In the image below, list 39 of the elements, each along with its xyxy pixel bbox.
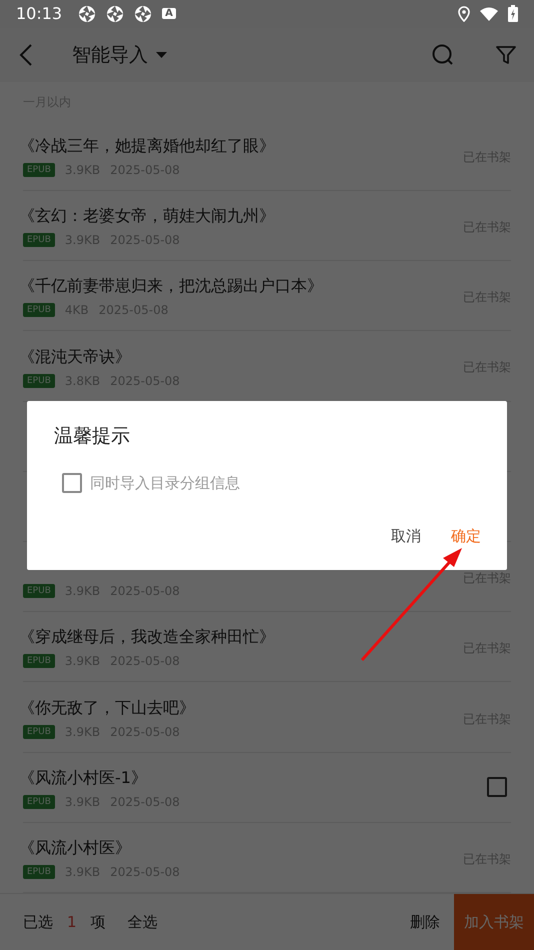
selected-unit: 项 [90,912,106,932]
format-tag: EPUB [23,303,55,318]
book-title[interactable]: 《你无敌了，下山去吧》 [19,698,463,719]
format-tag: EPUB [23,584,55,598]
select-all-button[interactable]: 全选 [124,906,162,938]
cancel-button[interactable]: 取消 [391,527,421,546]
status-time: 10:13 [16,4,62,24]
format-tag: EPUB [23,865,55,880]
location-icon [458,6,470,22]
format-tag: EPUB [23,724,55,739]
dropdown-icon[interactable] [156,52,167,58]
page-title[interactable]: 智能导入 [72,42,148,68]
battery-icon [508,5,518,22]
book-title[interactable]: 《混沌天帝诀》 [19,346,463,368]
delete-button[interactable]: 删除 [406,906,444,938]
selected-label: 已选 [23,912,53,932]
format-tag: EPUB [23,374,55,388]
option-label[interactable]: 同时导入目录分组信息 [90,474,240,492]
confirm-button[interactable]: 确定 [451,527,481,546]
keyboard-badge: A [162,8,176,20]
book-title[interactable]: 《风流小村医》 [19,838,463,860]
format-tag: EPUB [23,654,55,668]
aperture-icon [134,4,152,23]
format-tag: EPUB [23,233,55,248]
format-tag: EPUB [23,162,55,177]
book-title[interactable]: 《千亿前妻带崽归来，把沈总踢出户口本》 [19,276,463,298]
book-title[interactable]: 《风流小村医-1》 [19,768,487,789]
book-title[interactable]: 《冷战三年，她提离婚他却红了眼》 [19,136,463,157]
book-title[interactable]: 《穿成继母后，我改造全家种田忙》 [19,627,463,648]
add-to-shelf-button[interactable]: 加入书架 [454,894,534,950]
wifi-icon [480,6,498,21]
aperture-icon [106,4,124,23]
book-title[interactable]: 《玄幻：老婆女帝，萌娃大闹九州》 [19,206,463,228]
dialog-title: 温馨提示 [54,424,131,449]
format-tag: EPUB [23,794,55,809]
aperture-icon [78,4,96,23]
option-checkbox[interactable] [62,473,82,493]
selected-count: 1 [67,913,77,932]
select-checkbox[interactable] [487,777,507,798]
